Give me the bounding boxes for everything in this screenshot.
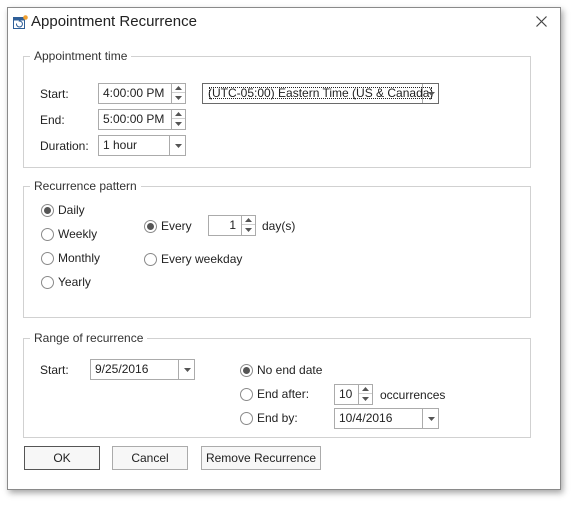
radio-circle (240, 387, 253, 401)
duration-dropdown[interactable]: 1 hour (98, 135, 186, 156)
end-by-label: End by: (257, 411, 298, 425)
end-after-label: End after: (257, 387, 310, 401)
radio-dot (44, 206, 51, 214)
spin-down-button[interactable] (172, 93, 185, 102)
range-start-dropdown-button[interactable] (178, 360, 194, 379)
end-time-input[interactable]: 5:00:00 PM (98, 109, 186, 130)
occurrences-label: occurrences (380, 388, 446, 402)
radio-circle (144, 252, 157, 266)
timezone-dropdown-button[interactable] (422, 84, 438, 103)
radio-circle (41, 227, 54, 241)
arrow-up-icon (245, 218, 252, 222)
appointment-time-caption: Appointment time (30, 49, 132, 63)
spin-up-button[interactable] (359, 385, 372, 394)
start-time-label: Start: (40, 87, 69, 101)
radio-circle (41, 251, 54, 265)
chevron-down-icon (427, 91, 435, 96)
radio-every-n-days[interactable]: Every (144, 218, 192, 234)
end-time-value: 5:00:00 PM (103, 112, 165, 126)
radio-weekly[interactable]: Weekly (41, 226, 97, 242)
end-time-label: End: (40, 113, 65, 127)
every-label: Every (161, 219, 192, 233)
timezone-value: (UTC-05:00) Eastern Time (US & Canada) (208, 86, 434, 100)
start-time-value: 4:00:00 PM (103, 86, 165, 100)
radio-end-by[interactable]: End by: (240, 410, 298, 426)
radio-dot (147, 222, 154, 230)
chevron-down-icon (183, 367, 191, 372)
radio-circle (41, 275, 54, 289)
recurrence-pattern-group: Recurrence pattern Daily Weekly Monthly … (23, 179, 531, 318)
arrow-up-icon (175, 86, 182, 90)
arrow-down-icon (245, 227, 252, 232)
appointment-time-group: Appointment time Start: 4:00:00 PM (UTC-… (23, 49, 531, 168)
range-of-recurrence-group: Range of recurrence Start: 9/25/2016 No … (23, 331, 531, 438)
arrow-up-icon (175, 112, 182, 116)
end-after-spinner[interactable] (358, 385, 372, 404)
appointment-recurrence-dialog: Appointment Recurrence Appointment time … (7, 7, 561, 490)
end-after-value: 10 (339, 387, 353, 401)
chevron-down-icon (174, 143, 182, 148)
close-icon (535, 15, 547, 27)
spin-up-button[interactable] (242, 216, 255, 225)
arrow-down-icon (175, 95, 182, 100)
radio-daily[interactable]: Daily (41, 202, 85, 218)
ok-button[interactable]: OK (24, 446, 100, 470)
range-start-value: 9/25/2016 (95, 362, 149, 376)
radio-circle (240, 411, 253, 425)
duration-label: Duration: (40, 139, 89, 153)
radio-circle (144, 219, 157, 233)
calendar-recurrence-icon (13, 15, 28, 29)
radio-dot (243, 366, 250, 374)
recurrence-pattern-caption: Recurrence pattern (30, 179, 141, 193)
range-start-label: Start: (40, 363, 69, 377)
spin-up-button[interactable] (172, 84, 185, 93)
every-days-input[interactable]: 1 (208, 215, 256, 236)
every-weekday-label: Every weekday (161, 252, 243, 266)
no-end-date-label: No end date (257, 363, 323, 377)
end-by-dropdown-button[interactable] (422, 409, 438, 428)
every-days-spinner[interactable] (241, 216, 255, 235)
close-button[interactable] (528, 10, 554, 32)
spin-up-button[interactable] (172, 110, 185, 119)
end-after-input[interactable]: 10 (334, 384, 373, 405)
every-days-value: 1 (229, 218, 236, 232)
radio-monthly[interactable]: Monthly (41, 250, 100, 266)
range-of-recurrence-caption: Range of recurrence (30, 331, 148, 345)
radio-daily-label: Daily (58, 203, 85, 217)
radio-circle (240, 363, 253, 377)
start-time-input[interactable]: 4:00:00 PM (98, 83, 186, 104)
dialog-title: Appointment Recurrence (31, 13, 197, 30)
spin-down-button[interactable] (172, 119, 185, 128)
radio-every-weekday[interactable]: Every weekday (144, 251, 242, 267)
start-time-spinner[interactable] (171, 84, 185, 103)
radio-yearly[interactable]: Yearly (41, 274, 91, 290)
range-start-date-input[interactable]: 9/25/2016 (90, 359, 195, 380)
arrow-down-icon (362, 396, 369, 401)
radio-yearly-label: Yearly (58, 275, 91, 289)
remove-recurrence-button[interactable]: Remove Recurrence (201, 446, 321, 470)
cancel-button[interactable]: Cancel (112, 446, 188, 470)
arrow-down-icon (175, 121, 182, 126)
radio-circle (41, 203, 54, 217)
chevron-down-icon (427, 416, 435, 421)
radio-monthly-label: Monthly (58, 251, 101, 265)
end-by-value: 10/4/2016 (339, 411, 393, 425)
days-label: day(s) (262, 219, 296, 233)
end-time-spinner[interactable] (171, 110, 185, 129)
duration-dropdown-button[interactable] (169, 136, 185, 155)
duration-value: 1 hour (103, 138, 138, 152)
radio-weekly-label: Weekly (58, 227, 98, 241)
end-by-date-input[interactable]: 10/4/2016 (334, 408, 439, 429)
timezone-dropdown[interactable]: (UTC-05:00) Eastern Time (US & Canada) (202, 83, 439, 104)
radio-no-end-date[interactable]: No end date (240, 362, 322, 378)
arrow-up-icon (362, 387, 369, 391)
spin-down-button[interactable] (242, 225, 255, 234)
spin-down-button[interactable] (359, 394, 372, 403)
radio-end-after[interactable]: End after: (240, 386, 309, 402)
